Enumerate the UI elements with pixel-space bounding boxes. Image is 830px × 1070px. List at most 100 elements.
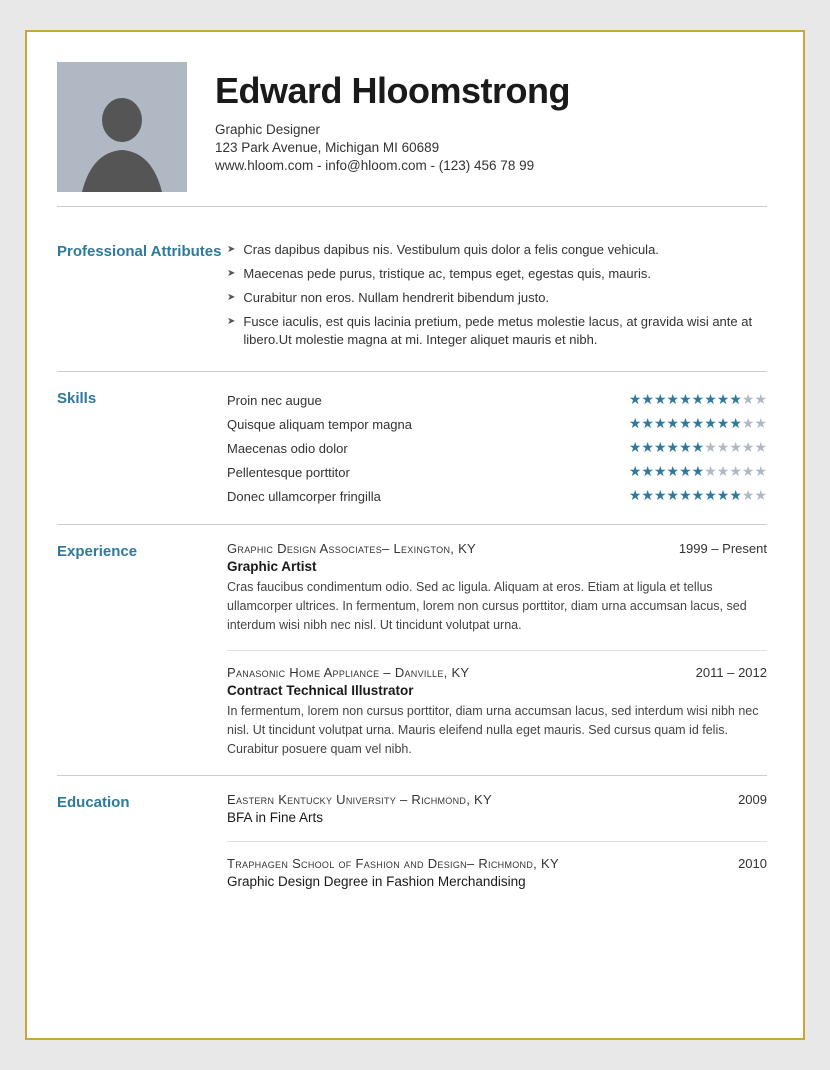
star-filled-icon: ★	[692, 487, 705, 503]
exp-description: In fermentum, lorem non cursus porttitor…	[227, 702, 767, 758]
exp-title: Contract Technical Illustrator	[227, 683, 767, 698]
star-empty-icon: ★	[754, 463, 767, 479]
skill-name: Maecenas odio dolor	[227, 436, 551, 460]
edu-year: 2010	[738, 856, 767, 871]
star-filled-icon: ★	[717, 415, 730, 431]
star-empty-icon: ★	[742, 439, 755, 455]
professional-attributes-label: Professional Attributes	[57, 241, 227, 355]
star-empty-icon: ★	[742, 391, 755, 407]
skills-table: Proin nec augue★★★★★★★★★★★Quisque aliqua…	[227, 388, 767, 508]
star-filled-icon: ★	[629, 415, 642, 431]
skill-stars: ★★★★★★★★★★★	[551, 484, 767, 508]
star-empty-icon: ★	[729, 463, 742, 479]
star-filled-icon: ★	[692, 439, 705, 455]
skill-name: Quisque aliquam tempor magna	[227, 412, 551, 436]
star-filled-icon: ★	[717, 391, 730, 407]
resume-name: Edward Hloomstrong	[215, 70, 767, 112]
avatar	[57, 62, 187, 192]
edu-header: Traphagen School of Fashion and Design– …	[227, 856, 767, 871]
divider	[227, 841, 767, 842]
professional-attributes-section: Professional Attributes Cras dapibus dap…	[57, 225, 767, 372]
list-item: Curabitur non eros. Nullam hendrerit bib…	[227, 289, 767, 308]
star-filled-icon: ★	[654, 391, 667, 407]
list-item: Fusce iaculis, est quis lacinia pretium,…	[227, 313, 767, 351]
star-filled-icon: ★	[729, 487, 742, 503]
exp-dates: 1999 – Present	[679, 541, 767, 556]
star-filled-icon: ★	[679, 439, 692, 455]
table-row: Proin nec augue★★★★★★★★★★★	[227, 388, 767, 412]
star-filled-icon: ★	[704, 415, 717, 431]
exp-company: Panasonic Home Appliance – Danville, KY	[227, 665, 469, 680]
header-section: Edward Hloomstrong Graphic Designer 123 …	[57, 62, 767, 207]
edu-degree: BFA in Fine Arts	[227, 810, 767, 825]
education-label: Education	[57, 792, 227, 889]
skills-section: Skills Proin nec augue★★★★★★★★★★★Quisque…	[57, 372, 767, 525]
edu-degree: Graphic Design Degree in Fashion Merchan…	[227, 874, 767, 889]
star-filled-icon: ★	[654, 415, 667, 431]
star-filled-icon: ★	[667, 487, 680, 503]
star-filled-icon: ★	[629, 439, 642, 455]
star-filled-icon: ★	[654, 487, 667, 503]
star-filled-icon: ★	[667, 415, 680, 431]
experience-entry: Graphic Design Associates– Lexington, KY…	[227, 541, 767, 634]
experience-content: Graphic Design Associates– Lexington, KY…	[227, 541, 767, 759]
star-filled-icon: ★	[692, 463, 705, 479]
star-filled-icon: ★	[667, 391, 680, 407]
star-empty-icon: ★	[742, 463, 755, 479]
experience-entry: Panasonic Home Appliance – Danville, KY …	[227, 665, 767, 758]
divider	[227, 650, 767, 651]
skill-stars: ★★★★★★★★★★★	[551, 436, 767, 460]
star-empty-icon: ★	[754, 415, 767, 431]
edu-year: 2009	[738, 792, 767, 807]
star-filled-icon: ★	[654, 439, 667, 455]
resume-address: 123 Park Avenue, Michigan MI 60689	[215, 140, 767, 155]
star-empty-icon: ★	[729, 439, 742, 455]
star-filled-icon: ★	[667, 463, 680, 479]
education-section: Education Eastern Kentucky University – …	[57, 776, 767, 905]
skill-name: Donec ullamcorper fringilla	[227, 484, 551, 508]
star-empty-icon: ★	[742, 415, 755, 431]
star-filled-icon: ★	[629, 487, 642, 503]
experience-label: Experience	[57, 541, 227, 759]
star-empty-icon: ★	[717, 439, 730, 455]
professional-attributes-content: Cras dapibus dapibus nis. Vestibulum qui…	[227, 241, 767, 355]
skill-stars: ★★★★★★★★★★★	[551, 388, 767, 412]
edu-school: Traphagen School of Fashion and Design– …	[227, 856, 559, 871]
star-filled-icon: ★	[729, 415, 742, 431]
table-row: Maecenas odio dolor★★★★★★★★★★★	[227, 436, 767, 460]
experience-section: Experience Graphic Design Associates– Le…	[57, 525, 767, 776]
star-empty-icon: ★	[704, 439, 717, 455]
star-filled-icon: ★	[704, 487, 717, 503]
star-filled-icon: ★	[629, 391, 642, 407]
star-empty-icon: ★	[704, 463, 717, 479]
star-filled-icon: ★	[729, 391, 742, 407]
exp-header: Panasonic Home Appliance – Danville, KY …	[227, 665, 767, 680]
star-empty-icon: ★	[754, 439, 767, 455]
education-entry: Traphagen School of Fashion and Design– …	[227, 856, 767, 889]
resume-page: Edward Hloomstrong Graphic Designer 123 …	[25, 30, 805, 1040]
header-info: Edward Hloomstrong Graphic Designer 123 …	[215, 62, 767, 173]
education-entry: Eastern Kentucky University – Richmond, …	[227, 792, 767, 825]
star-empty-icon: ★	[717, 463, 730, 479]
attr-list: Cras dapibus dapibus nis. Vestibulum qui…	[227, 241, 767, 350]
table-row: Pellentesque porttitor★★★★★★★★★★★	[227, 460, 767, 484]
star-filled-icon: ★	[629, 463, 642, 479]
star-filled-icon: ★	[654, 463, 667, 479]
exp-company: Graphic Design Associates– Lexington, KY	[227, 541, 476, 556]
exp-dates: 2011 – 2012	[696, 665, 767, 680]
star-filled-icon: ★	[679, 487, 692, 503]
star-filled-icon: ★	[704, 391, 717, 407]
table-row: Quisque aliquam tempor magna★★★★★★★★★★★	[227, 412, 767, 436]
skill-name: Proin nec augue	[227, 388, 551, 412]
star-filled-icon: ★	[641, 415, 654, 431]
skill-stars: ★★★★★★★★★★★	[551, 460, 767, 484]
star-filled-icon: ★	[641, 391, 654, 407]
exp-title: Graphic Artist	[227, 559, 767, 574]
star-filled-icon: ★	[667, 439, 680, 455]
table-row: Donec ullamcorper fringilla★★★★★★★★★★★	[227, 484, 767, 508]
star-filled-icon: ★	[717, 487, 730, 503]
star-filled-icon: ★	[692, 415, 705, 431]
exp-description: Cras faucibus condimentum odio. Sed ac l…	[227, 578, 767, 634]
list-item: Cras dapibus dapibus nis. Vestibulum qui…	[227, 241, 767, 260]
star-filled-icon: ★	[692, 391, 705, 407]
